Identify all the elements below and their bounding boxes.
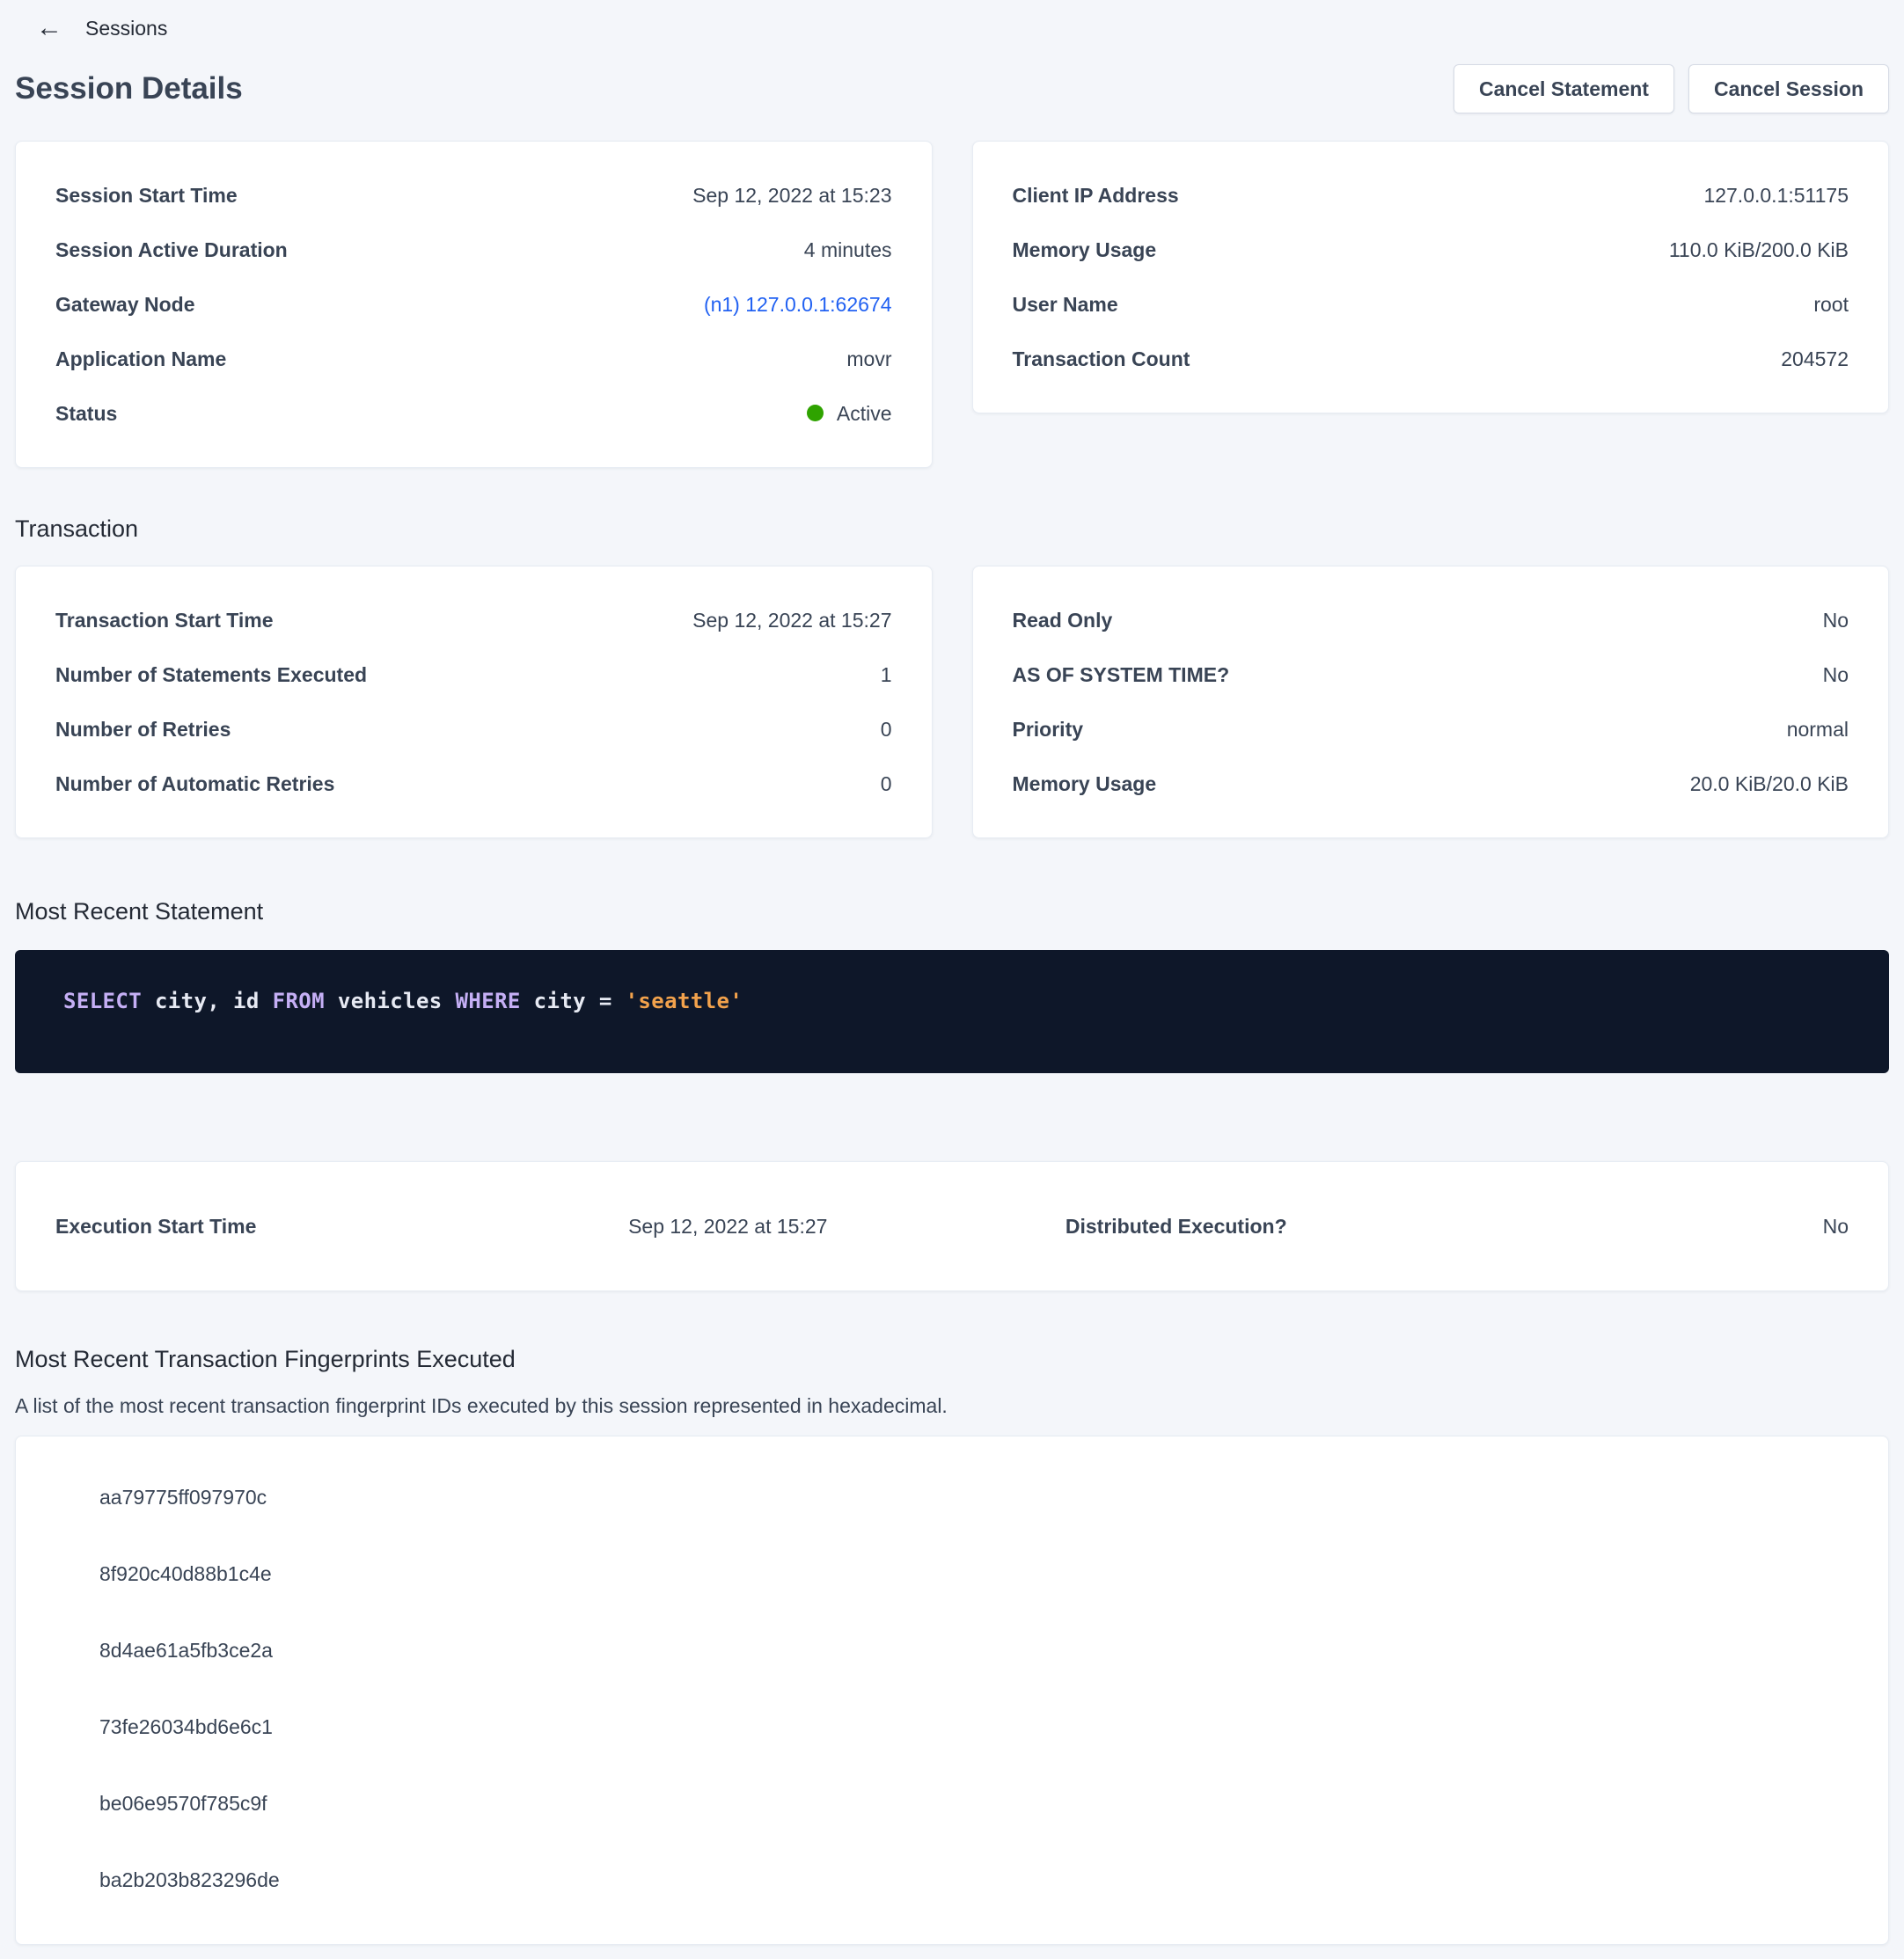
sql-keyword: WHERE [456,989,521,1013]
sql-string-literal: 'seattle' [626,989,743,1013]
client-ip-row: Client IP Address 127.0.0.1:51175 [1013,180,1849,210]
execution-summary-card: Execution Start Time Sep 12, 2022 at 15:… [15,1161,1889,1291]
automatic-retries-value: 0 [881,769,892,799]
cancel-session-button[interactable]: Cancel Session [1688,64,1889,113]
session-memory-usage-value: 110.0 KiB/200.0 KiB [1669,235,1849,265]
transaction-start-time-value: Sep 12, 2022 at 15:27 [692,605,891,635]
transaction-info-card: Transaction Start Time Sep 12, 2022 at 1… [15,566,933,838]
gateway-node-row: Gateway Node (n1) 127.0.0.1:62674 [55,289,892,319]
as-of-system-time-row: AS OF SYSTEM TIME? No [1013,660,1849,690]
priority-label: Priority [1013,714,1084,744]
session-summary-grid: Session Start Time Sep 12, 2022 at 15:23… [15,141,1889,468]
fingerprint-item: aa79775ff097970c [99,1482,1849,1512]
transaction-grid: Transaction Start Time Sep 12, 2022 at 1… [15,566,1889,838]
user-name-row: User Name root [1013,289,1849,319]
transaction-memory-usage-label: Memory Usage [1013,769,1157,799]
status-label: Status [55,398,117,428]
transaction-count-value: 204572 [1781,344,1849,374]
client-ip-value: 127.0.0.1:51175 [1703,180,1849,210]
status-active-dot-icon [807,405,824,421]
transaction-start-time-label: Transaction Start Time [55,605,274,635]
transaction-memory-usage-row: Memory Usage 20.0 KiB/20.0 KiB [1013,769,1849,799]
automatic-retries-label: Number of Automatic Retries [55,769,334,799]
session-memory-usage-row: Memory Usage 110.0 KiB/200.0 KiB [1013,235,1849,265]
transaction-count-label: Transaction Count [1013,344,1190,374]
session-start-time-label: Session Start Time [55,180,238,210]
application-name-row: Application Name movr [55,344,892,374]
sql-text: vehicles [325,989,456,1013]
read-only-value: No [1823,605,1849,635]
retries-row: Number of Retries 0 [55,714,892,744]
sql-keyword: SELECT [63,989,142,1013]
retries-value: 0 [881,714,892,744]
fingerprint-item: 8d4ae61a5fb3ce2a [99,1635,1849,1665]
fingerprint-item: 8f920c40d88b1c4e [99,1559,1849,1589]
fingerprint-item: be06e9570f785c9f [99,1788,1849,1818]
transaction-count-row: Transaction Count 204572 [1013,344,1849,374]
client-info-card: Client IP Address 127.0.0.1:51175 Memory… [972,141,1890,413]
session-details-page: ← Sessions Session Details Cancel Statem… [0,0,1904,1959]
user-name-value: root [1813,289,1849,319]
transaction-section-title: Transaction [15,515,1889,543]
page-title: Session Details [15,71,243,106]
gateway-node-label: Gateway Node [55,289,195,319]
session-start-time-value: Sep 12, 2022 at 15:23 [692,180,891,210]
distributed-execution-label: Distributed Execution? [952,1211,1401,1241]
status-badge: Active [837,402,892,425]
back-to-sessions-link[interactable]: ← Sessions [36,15,167,41]
execution-start-time-label: Execution Start Time [55,1211,504,1241]
transaction-memory-usage-value: 20.0 KiB/20.0 KiB [1690,769,1849,799]
session-info-card: Session Start Time Sep 12, 2022 at 15:23… [15,141,933,468]
session-active-duration-row: Session Active Duration 4 minutes [55,235,892,265]
fingerprints-section-title: Most Recent Transaction Fingerprints Exe… [15,1346,1889,1373]
transaction-start-time-row: Transaction Start Time Sep 12, 2022 at 1… [55,605,892,635]
session-start-time-row: Session Start Time Sep 12, 2022 at 15:23 [55,180,892,210]
statements-executed-value: 1 [881,660,892,690]
fingerprints-card: aa79775ff097970c 8f920c40d88b1c4e 8d4ae6… [15,1436,1889,1945]
session-active-duration-label: Session Active Duration [55,235,288,265]
session-active-duration-value: 4 minutes [804,235,892,265]
cancel-statement-button[interactable]: Cancel Statement [1454,64,1674,113]
statements-executed-label: Number of Statements Executed [55,660,367,690]
page-header: Session Details Cancel Statement Cancel … [15,58,1889,120]
as-of-system-time-value: No [1823,660,1849,690]
sql-text: city = [521,989,626,1013]
session-memory-usage-label: Memory Usage [1013,235,1157,265]
statements-executed-row: Number of Statements Executed 1 [55,660,892,690]
fingerprint-item: ba2b203b823296de [99,1865,1849,1895]
fingerprints-description: A list of the most recent transaction fi… [15,1394,1889,1418]
distributed-execution-value: No [1401,1211,1849,1241]
automatic-retries-row: Number of Automatic Retries 0 [55,769,892,799]
status-value: Active [807,398,892,428]
application-name-value: movr [846,344,891,374]
read-only-row: Read Only No [1013,605,1849,635]
user-name-label: User Name [1013,289,1118,319]
retries-label: Number of Retries [55,714,231,744]
status-row: Status Active [55,398,892,428]
application-name-label: Application Name [55,344,226,374]
gateway-node-link[interactable]: (n1) 127.0.0.1:62674 [704,289,892,319]
execution-start-time-value: Sep 12, 2022 at 15:27 [504,1211,953,1241]
header-actions: Cancel Statement Cancel Session [1454,64,1889,113]
client-ip-label: Client IP Address [1013,180,1179,210]
statement-section-title: Most Recent Statement [15,898,1889,925]
as-of-system-time-label: AS OF SYSTEM TIME? [1013,660,1230,690]
sql-statement-box: SELECT city, id FROM vehicles WHERE city… [15,950,1889,1073]
sql-keyword: FROM [273,989,325,1013]
back-arrow-icon: ← [36,15,62,41]
sql-text: city, id [142,989,273,1013]
fingerprint-item: 73fe26034bd6e6c1 [99,1712,1849,1742]
breadcrumb: ← Sessions [15,9,1889,48]
priority-row: Priority normal [1013,714,1849,744]
read-only-label: Read Only [1013,605,1113,635]
priority-value: normal [1787,714,1849,744]
back-link-label: Sessions [85,17,167,40]
transaction-props-card: Read Only No AS OF SYSTEM TIME? No Prior… [972,566,1890,838]
